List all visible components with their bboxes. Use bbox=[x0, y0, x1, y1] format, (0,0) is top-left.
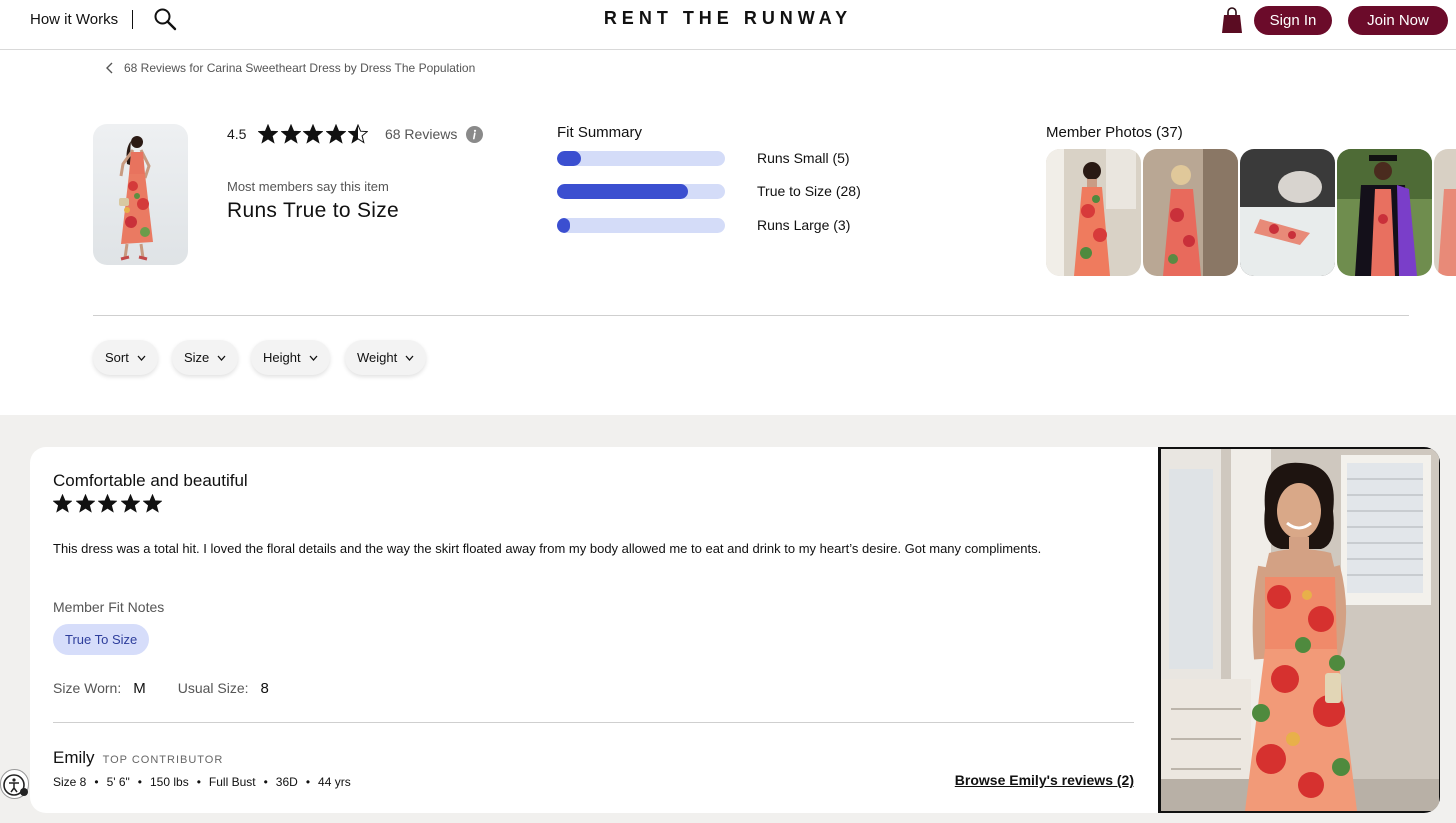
search-icon[interactable] bbox=[153, 7, 177, 31]
member-photo[interactable] bbox=[1240, 149, 1335, 276]
reviewer-stat: Size 8 bbox=[53, 775, 87, 789]
weight-filter[interactable]: Weight bbox=[345, 340, 427, 375]
separator-dot: • bbox=[305, 775, 311, 789]
reviewer-stat: 44 yrs bbox=[318, 775, 351, 789]
sort-dropdown[interactable]: Sort bbox=[93, 340, 158, 375]
fit-bar-fill bbox=[557, 218, 571, 233]
review-photo[interactable] bbox=[1158, 447, 1440, 813]
star-full-icon bbox=[258, 124, 279, 144]
fit-consensus-value: Runs True to Size bbox=[227, 199, 400, 222]
join-now-button[interactable]: Join Now bbox=[1348, 6, 1448, 35]
fit-bar-fill bbox=[557, 184, 689, 199]
usual-size-value: 8 bbox=[260, 680, 269, 697]
chevron-down-icon bbox=[137, 355, 146, 361]
usual-size-label: Usual Size: bbox=[177, 680, 249, 696]
reviewer-header: Emily TOP CONTRIBUTOR bbox=[53, 748, 223, 768]
member-photo[interactable] bbox=[1434, 149, 1456, 276]
chevron-left-icon[interactable] bbox=[105, 62, 115, 74]
star-full-icon bbox=[120, 494, 140, 513]
info-icon[interactable] bbox=[466, 125, 484, 143]
filter-label: Sort bbox=[105, 350, 129, 365]
chevron-down-icon bbox=[217, 355, 226, 361]
review-card: Comfortable and beautiful This dress was… bbox=[30, 447, 1440, 813]
filter-label: Size bbox=[184, 350, 210, 365]
review-count: 68 Reviews bbox=[384, 126, 458, 142]
member-photo[interactable] bbox=[1143, 149, 1238, 276]
fit-label-true-to-size: True to Size (28) bbox=[757, 183, 861, 199]
filter-label: Weight bbox=[357, 350, 398, 365]
fit-bar-runs-small bbox=[557, 151, 725, 166]
breadcrumb[interactable]: 68 Reviews for Carina Sweetheart Dress b… bbox=[105, 61, 475, 75]
browse-reviewer-reviews-link[interactable]: Browse Emily's reviews (2) bbox=[955, 772, 1134, 788]
member-photos-title: Member Photos (37) bbox=[1046, 124, 1183, 141]
separator-dot: • bbox=[137, 775, 142, 789]
review-body: This dress was a total hit. I loved the … bbox=[53, 541, 1042, 556]
shopping-bag-icon[interactable] bbox=[1220, 6, 1244, 34]
fit-label-runs-small: Runs Small (5) bbox=[757, 150, 850, 166]
size-worn-label: Size Worn: bbox=[53, 680, 122, 696]
review-stars bbox=[53, 494, 166, 513]
reviewer-stat: Full Bust bbox=[208, 775, 256, 789]
reviewer-stats: Size 8 • 5' 6" • 150 lbs • Full Bust • 36D • … bbox=[53, 775, 351, 789]
site-header: How it Works RENT THE RUNWAY Sign In Joi… bbox=[0, 0, 1456, 50]
review-title: Comfortable and beautiful bbox=[53, 471, 248, 490]
fit-note-badge: True To Size bbox=[53, 624, 150, 655]
reviewer-stat: 150 lbs bbox=[150, 775, 189, 789]
reviewer-stat: 36D bbox=[275, 775, 298, 789]
separator-dot: • bbox=[196, 775, 201, 789]
reviewer-name: Emily bbox=[53, 748, 95, 767]
product-thumbnail[interactable] bbox=[93, 124, 188, 265]
star-full-icon bbox=[325, 124, 346, 144]
star-full-icon bbox=[53, 494, 72, 513]
review-divider bbox=[53, 722, 1134, 723]
chevron-down-icon bbox=[309, 355, 318, 361]
rating-stars bbox=[258, 124, 371, 144]
star-full-icon bbox=[303, 124, 324, 144]
breadcrumb-text[interactable]: 68 Reviews for Carina Sweetheart Dress b… bbox=[124, 61, 475, 75]
member-photo[interactable] bbox=[1337, 149, 1432, 276]
how-it-works-link[interactable]: How it Works bbox=[30, 11, 118, 28]
reviewer-stat: 5' 6" bbox=[106, 775, 130, 789]
member-photo[interactable] bbox=[1046, 149, 1141, 276]
section-divider bbox=[93, 315, 1409, 316]
fit-notes-label: Member Fit Notes bbox=[53, 599, 165, 615]
fit-consensus-label: Most members say this item bbox=[227, 179, 389, 194]
fit-bar-true-to-size bbox=[557, 184, 725, 199]
header-nav-left: How it Works bbox=[30, 7, 177, 31]
accessibility-icon bbox=[3, 774, 28, 796]
accessibility-button[interactable] bbox=[0, 769, 29, 799]
average-rating: 4.5 bbox=[227, 126, 247, 142]
sign-in-button[interactable]: Sign In bbox=[1254, 6, 1332, 35]
size-worn-value: M bbox=[133, 680, 146, 697]
separator-dot: • bbox=[263, 775, 268, 789]
size-info: Size Worn: M Usual Size: 8 bbox=[53, 680, 301, 697]
star-full-icon bbox=[280, 124, 301, 144]
chevron-down-icon bbox=[405, 355, 414, 361]
nav-divider bbox=[132, 9, 134, 29]
fit-summary-title: Fit Summary bbox=[557, 124, 643, 141]
fit-label-runs-large: Runs Large (3) bbox=[757, 217, 851, 233]
separator-dot: • bbox=[94, 775, 99, 789]
filter-label: Height bbox=[263, 350, 301, 365]
fit-bar-fill bbox=[557, 151, 581, 166]
star-full-icon bbox=[98, 494, 117, 513]
member-photos-carousel bbox=[1046, 149, 1456, 276]
height-filter[interactable]: Height bbox=[251, 340, 330, 375]
fit-bar-runs-large bbox=[557, 218, 725, 233]
top-contributor-badge: TOP CONTRIBUTOR bbox=[102, 754, 224, 766]
star-full-icon bbox=[143, 494, 162, 513]
star-full-icon bbox=[75, 494, 95, 513]
rating-summary: 4.5 68 Reviews bbox=[227, 122, 484, 146]
size-filter[interactable]: Size bbox=[172, 340, 239, 375]
star-half-icon bbox=[348, 124, 369, 144]
